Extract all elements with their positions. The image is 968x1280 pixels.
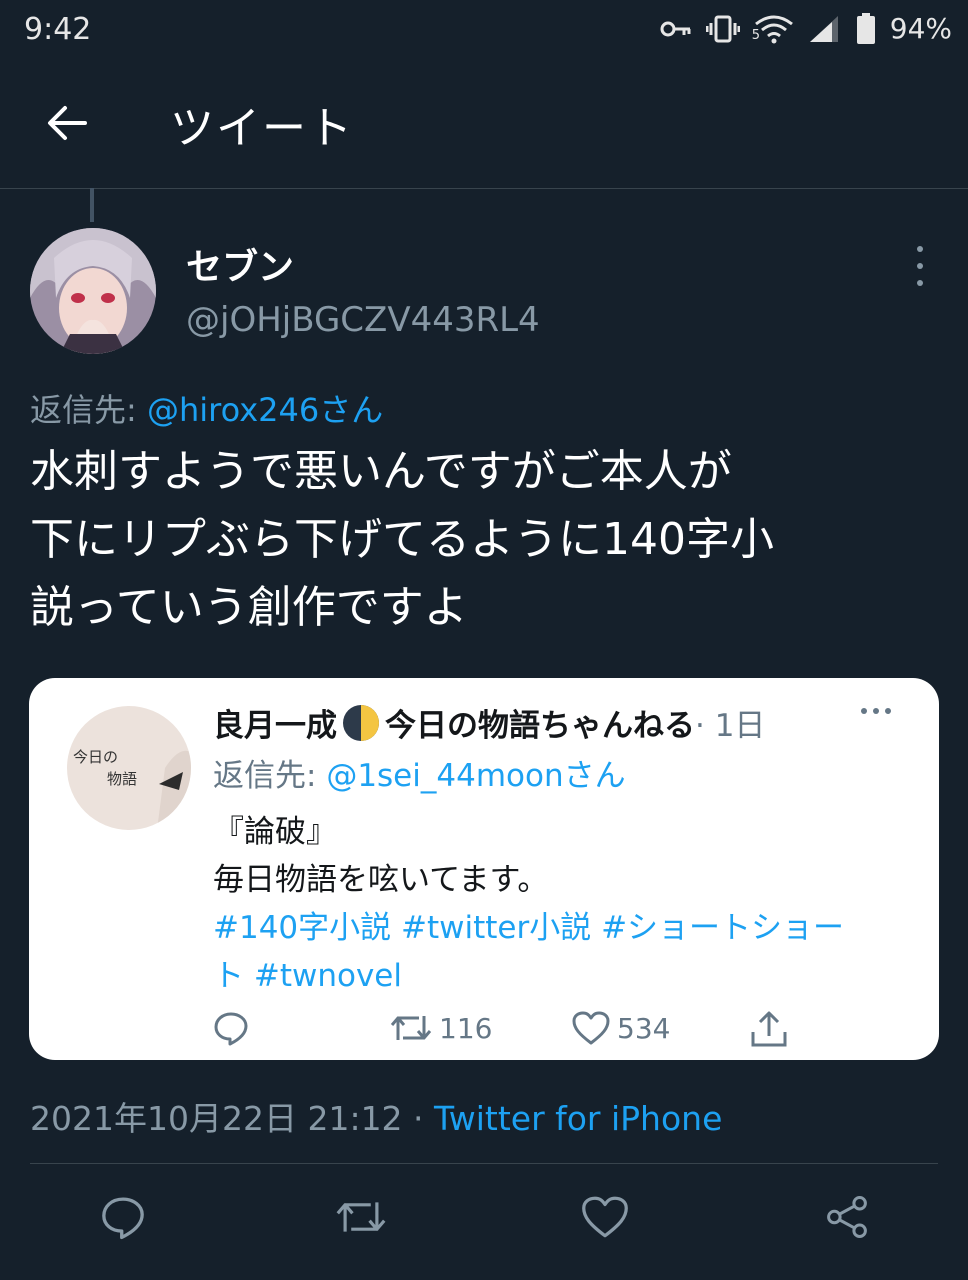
share-button[interactable] — [820, 1190, 874, 1244]
reply-icon — [102, 1197, 144, 1240]
quoted-retweet-button[interactable]: 116 — [389, 1010, 492, 1046]
divider — [30, 1163, 938, 1164]
status-time: 9:42 — [24, 12, 92, 47]
reply-icon — [214, 1012, 248, 1046]
share-icon — [751, 1011, 787, 1047]
battery-icon — [856, 12, 875, 44]
hashtag-links[interactable]: #140字小説 #twitter小説 #ショートショー — [213, 904, 903, 952]
tweet-text-line: 水刺すようで悪いんですがご本人が — [30, 446, 732, 497]
retweet-icon — [390, 1016, 432, 1040]
network-badge: 5 — [751, 27, 761, 43]
retweet-icon — [336, 1202, 386, 1232]
like-button[interactable] — [578, 1190, 632, 1244]
heart-icon — [572, 1011, 610, 1045]
quoted-reply-button[interactable] — [213, 1010, 249, 1046]
quoted-author-name-suffix[interactable]: 今日の物語ちゃんねる — [385, 700, 695, 745]
tweet-action-bar — [0, 1190, 968, 1254]
more-dot — [917, 263, 923, 269]
more-options-button[interactable] — [904, 246, 936, 286]
quoted-avatar-text: 今日の — [73, 748, 118, 766]
back-button[interactable] — [40, 96, 94, 150]
quoted-more-options-icon[interactable] — [861, 708, 891, 714]
more-dot — [917, 246, 923, 252]
top-app-bar: ツイート — [0, 70, 968, 189]
retweet-button[interactable] — [334, 1190, 388, 1244]
more-dot — [861, 708, 867, 714]
status-bar: 9:42 5 94% — [0, 0, 968, 64]
reply-to-label: 返信先: — [30, 391, 147, 429]
like-count: 534 — [617, 1011, 671, 1045]
timestamp-text: 2021年10月22日 21:12 · — [30, 1099, 435, 1138]
more-dot — [873, 708, 879, 714]
wifi-icon: 5 — [751, 14, 794, 44]
quoted-reply-mention-link[interactable]: @1sei_44moonさん — [326, 758, 625, 794]
quoted-action-bar: 116 534 — [213, 1010, 913, 1054]
quoted-header: 良月一成 今日の物語ちゃんねる · 1日 — [213, 700, 765, 745]
arrow-left-icon — [48, 106, 87, 140]
status-icons: 5 94% — [660, 12, 952, 45]
quoted-share-button[interactable] — [749, 1010, 789, 1048]
quoted-reply-to-line: 返信先: @1sei_44moonさん — [213, 750, 626, 795]
key-icon — [660, 21, 691, 36]
quoted-avatar-text: 物語 — [107, 770, 137, 788]
heart-icon — [582, 1196, 628, 1238]
retweet-count: 116 — [439, 1011, 493, 1045]
half-moon-emoji-icon — [341, 703, 381, 743]
quoted-reply-label: 返信先: — [213, 758, 327, 794]
hashtag-links[interactable]: ト #twnovel — [213, 952, 903, 1000]
author-avatar[interactable] — [30, 228, 156, 354]
quoted-text-line: 『論破』 — [213, 814, 337, 850]
tweet-text: 水刺すようで悪いんですがご本人が 下にリプぶら下げてるように140字小 説ってい… — [30, 438, 940, 642]
quoted-like-button[interactable]: 534 — [571, 1010, 670, 1046]
more-dot — [885, 708, 891, 714]
quoted-text-line: 毎日物語を呟いてます。 — [213, 862, 549, 898]
tweet-text-line: 下にリプぶら下げてるように140字小 — [30, 514, 774, 565]
quoted-author-avatar[interactable]: 今日の 物語 — [67, 706, 191, 830]
quoted-tweet-text: 『論破』 毎日物語を呟いてます。 #140字小説 #twitter小説 #ショー… — [213, 808, 903, 1000]
reply-button[interactable] — [96, 1190, 150, 1244]
thread-connector-line — [90, 188, 94, 222]
source-app-link[interactable]: Twitter for iPhone — [434, 1099, 722, 1138]
battery-percent: 94% — [889, 12, 952, 45]
author-display-name[interactable]: セブン — [186, 238, 294, 290]
quoted-time: · 1日 — [695, 708, 766, 744]
tweet-timestamp: 2021年10月22日 21:12 · Twitter for iPhone — [30, 1092, 722, 1140]
reply-to-line: 返信先: @hirox246さん — [30, 385, 383, 431]
author-handle[interactable]: @jOHjBGCZV443RL4 — [186, 300, 540, 340]
reply-to-mention-link[interactable]: @hirox246さん — [147, 391, 383, 429]
more-dot — [917, 280, 923, 286]
quoted-tweet-card[interactable]: 今日の 物語 良月一成 今日の物語ちゃんねる · 1日 返信先: @1sei_4… — [29, 678, 939, 1060]
page-title: ツイート — [170, 103, 354, 154]
signal-icon — [809, 15, 838, 42]
vibrate-icon — [705, 15, 740, 42]
share-nodes-icon — [827, 1195, 867, 1239]
tweet-text-line: 説っていう創作ですよ — [30, 582, 468, 633]
quoted-author-name[interactable]: 良月一成 — [213, 700, 337, 745]
